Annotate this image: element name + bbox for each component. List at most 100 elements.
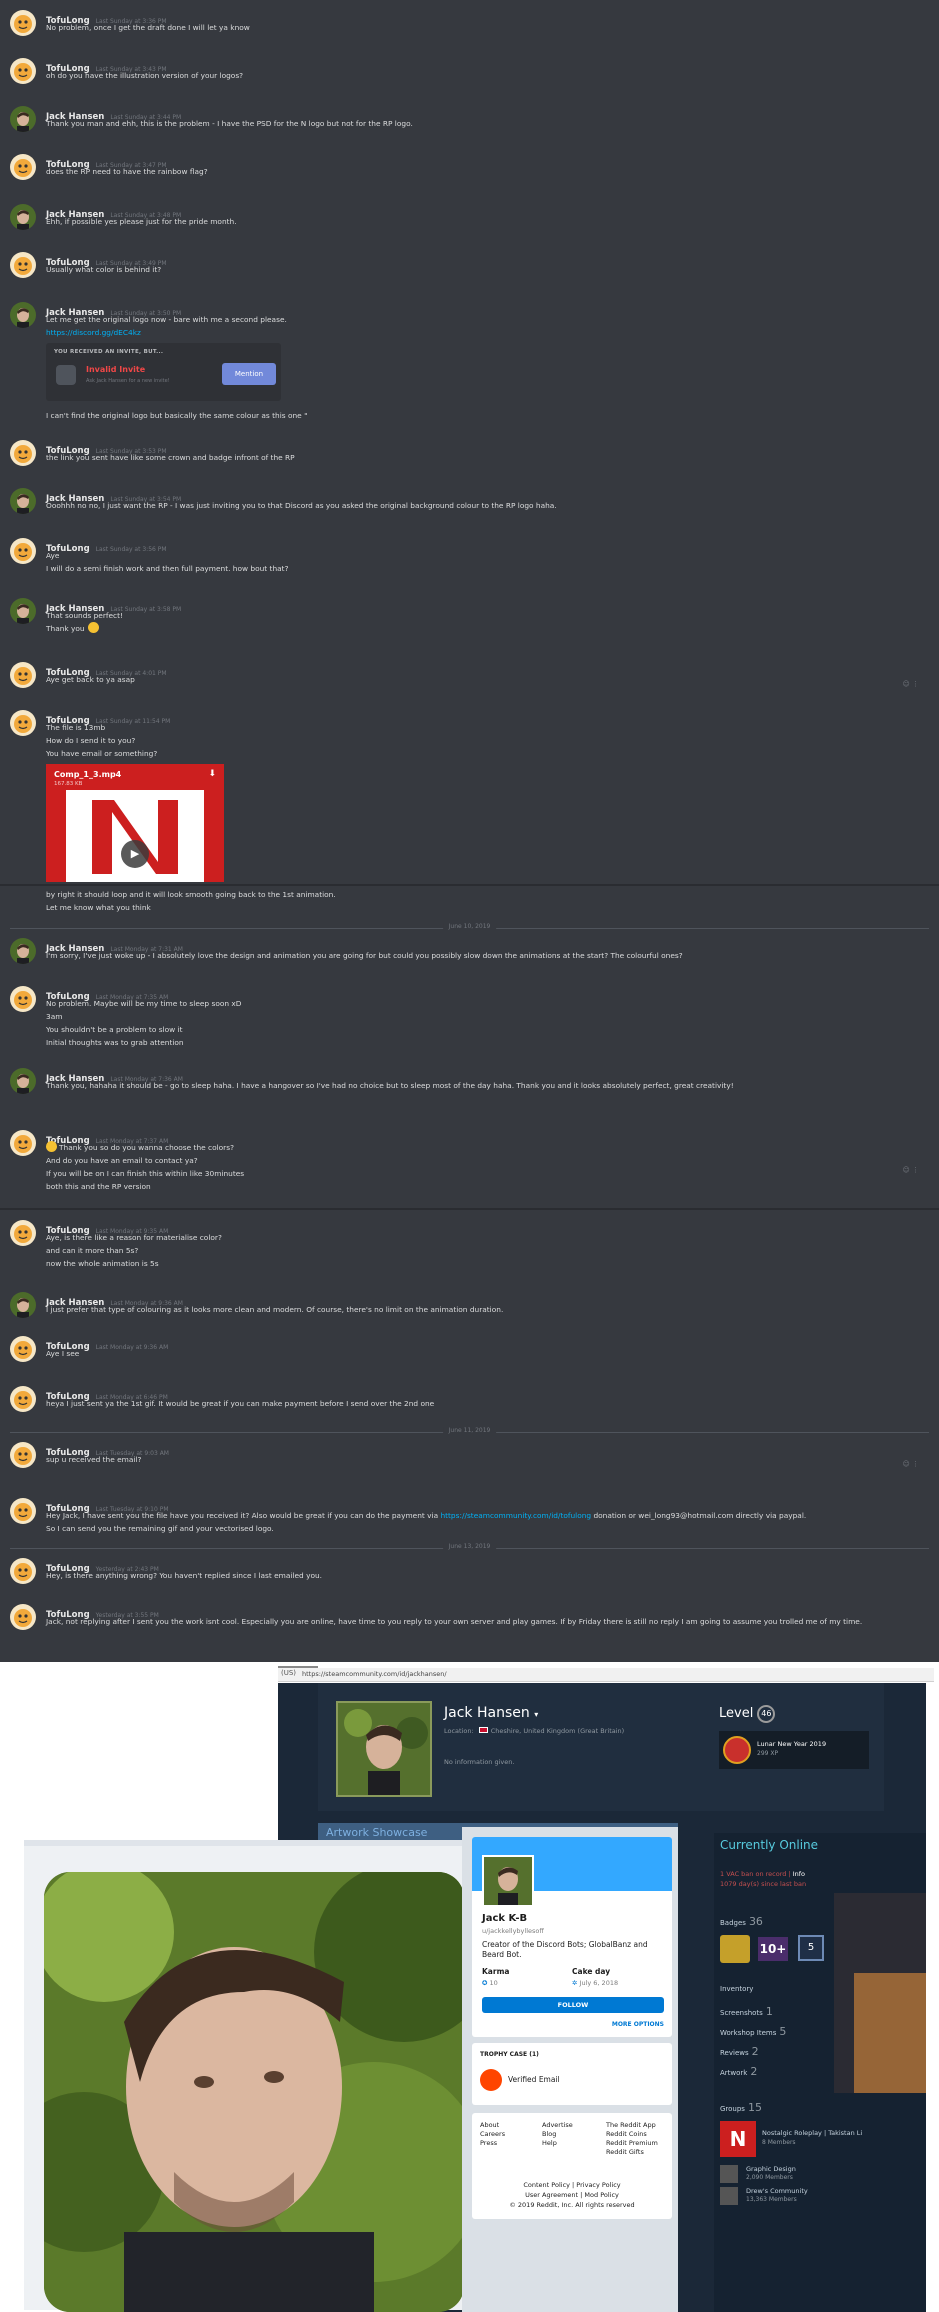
message-text: Hey, is there anything wrong? You haven'… bbox=[46, 1571, 323, 1580]
reddit-description: Creator of the Discord Bots; GlobalBanz … bbox=[482, 1940, 648, 1959]
tofulong-avatar[interactable] bbox=[10, 1558, 36, 1584]
video-thumbnail bbox=[66, 790, 204, 882]
policy-links[interactable]: Content Policy | Privacy Policy bbox=[472, 2181, 672, 2190]
reviews-link[interactable]: Reviews 2 bbox=[720, 2045, 759, 2058]
lock-icon: (US) bbox=[281, 1669, 297, 1677]
jack-hansen-avatar[interactable] bbox=[10, 204, 36, 230]
inventory-link[interactable]: Inventory bbox=[720, 1985, 753, 1993]
footer-link[interactable]: Press bbox=[480, 2139, 505, 2148]
message-text: now the whole animation is 5s bbox=[46, 1259, 159, 1268]
footer-link[interactable]: Help bbox=[542, 2139, 573, 2148]
message-text: oh do you have the illustration version … bbox=[46, 71, 244, 80]
message-text: Let me get the original logo now - bare … bbox=[46, 315, 287, 324]
timestamp: Last Monday at 9:36 AM bbox=[95, 1344, 169, 1351]
reddit-avatar[interactable] bbox=[482, 1855, 534, 1907]
mention-button[interactable]: Mention bbox=[222, 363, 276, 385]
group-logo bbox=[720, 2165, 738, 2183]
tofulong-avatar[interactable] bbox=[10, 58, 36, 84]
footer-link[interactable]: Reddit Coins bbox=[606, 2130, 658, 2139]
reaction-icon[interactable]: ☺ ⋮ bbox=[902, 680, 919, 688]
tofulong-avatar[interactable] bbox=[10, 10, 36, 36]
steam-donation-link[interactable]: https://steamcommunity.com/id/tofulong bbox=[440, 1511, 591, 1520]
video-size: 167.83 KB bbox=[54, 781, 83, 787]
badges-link[interactable]: Badges 36 bbox=[720, 1915, 763, 1928]
footer-link[interactable]: Reddit Premium bbox=[606, 2139, 658, 2148]
message-text: Aye, is there like a reason for material… bbox=[46, 1233, 222, 1242]
message-text: And do you have an email to contact ya? bbox=[46, 1156, 198, 1165]
agreement-links[interactable]: User Agreement | Mod Policy bbox=[472, 2191, 672, 2200]
steam-location: Location: Cheshire, United Kingdom (Great… bbox=[444, 1727, 625, 1735]
years-badge[interactable]: 10+ bbox=[758, 1937, 788, 1961]
jack-hansen-avatar[interactable] bbox=[10, 302, 36, 328]
message-text: and can it more than 5s? bbox=[46, 1246, 139, 1255]
date-divider-label: June 10, 2019 bbox=[442, 923, 497, 930]
message-text: No problem. Maybe will be my time to sle… bbox=[46, 999, 242, 1008]
tofulong-avatar[interactable] bbox=[10, 1130, 36, 1156]
tofulong-avatar[interactable] bbox=[10, 986, 36, 1012]
play-icon[interactable]: ▶ bbox=[121, 840, 149, 868]
download-icon[interactable]: ⬇ bbox=[208, 769, 216, 779]
reddit-username: u/jackkellybyllesoff bbox=[482, 1927, 544, 1935]
tofulong-avatar[interactable] bbox=[10, 440, 36, 466]
tofulong-avatar[interactable] bbox=[10, 538, 36, 564]
cake-day-label: Cake day bbox=[572, 1967, 611, 1976]
footer-link[interactable]: Advertise bbox=[542, 2121, 573, 2130]
groups-link[interactable]: Groups 15 bbox=[720, 2101, 762, 2114]
message-text: Jack, not replying after I sent you the … bbox=[46, 1617, 863, 1626]
reaction-icon[interactable]: ☺ ⋮ bbox=[902, 1166, 919, 1174]
jack-hansen-avatar[interactable] bbox=[10, 598, 36, 624]
workshop-link[interactable]: Workshop Items 5 bbox=[720, 2025, 786, 2038]
message-text: Thank you so do you wanna choose the col… bbox=[46, 1141, 244, 1154]
artwork-link[interactable]: Artwork 2 bbox=[720, 2065, 757, 2078]
tofulong-avatar[interactable] bbox=[10, 1442, 36, 1468]
footer-link[interactable]: Careers bbox=[480, 2130, 505, 2139]
tofulong-avatar[interactable] bbox=[10, 1604, 36, 1630]
tofulong-avatar[interactable] bbox=[10, 710, 36, 736]
footer-link[interactable]: Reddit Gifts bbox=[606, 2148, 658, 2157]
video-attachment[interactable]: Comp_1_3.mp4 167.83 KB ⬇ ▶ bbox=[46, 764, 224, 882]
steam-featured-badge[interactable]: Lunar New Year 2019 299 XP bbox=[719, 1731, 869, 1769]
message-text: Ooohhh no no, I just want the RP - I was… bbox=[46, 501, 557, 510]
message-text: Thank you, hahaha it should be - go to s… bbox=[46, 1081, 734, 1090]
tofulong-avatar[interactable] bbox=[10, 1386, 36, 1412]
group-item[interactable]: Drew's Community 13,363 Members bbox=[720, 2183, 910, 2221]
message-text: both this and the RP version bbox=[46, 1182, 151, 1191]
jack-hansen-avatar[interactable] bbox=[10, 1292, 36, 1318]
tofulong-avatar[interactable] bbox=[10, 154, 36, 180]
jack-hansen-avatar[interactable] bbox=[10, 488, 36, 514]
steam-summary: No information given. bbox=[444, 1758, 515, 1766]
message-text: Ehh, if possible yes please just for the… bbox=[46, 217, 237, 226]
tofulong-avatar[interactable] bbox=[10, 1336, 36, 1362]
badge-icon[interactable] bbox=[720, 1935, 750, 1963]
message-text: I will do a semi finish work and then fu… bbox=[46, 564, 289, 573]
message-text: You shouldn't be a problem to slow it bbox=[46, 1025, 183, 1034]
more-options-link[interactable]: MORE OPTIONS bbox=[612, 2021, 664, 2028]
reaction-icon[interactable]: ☺ ⋮ bbox=[902, 1460, 919, 1468]
video-filename: Comp_1_3.mp4 bbox=[54, 770, 122, 779]
tofulong-avatar[interactable] bbox=[10, 662, 36, 688]
footer-link[interactable]: About bbox=[480, 2121, 505, 2130]
badges-row: 10+ 5 bbox=[720, 1933, 840, 1963]
tofulong-avatar[interactable] bbox=[10, 1220, 36, 1246]
jack-hansen-avatar[interactable] bbox=[10, 106, 36, 132]
cake-day-value: ✲ July 6, 2018 bbox=[572, 1979, 619, 1987]
follow-button[interactable]: FOLLOW bbox=[482, 1997, 664, 2013]
tofulong-avatar[interactable] bbox=[10, 1498, 36, 1524]
message-text: Hey Jack, I have sent you the file have … bbox=[46, 1511, 807, 1520]
screenshots-link[interactable]: Screenshots 1 bbox=[720, 2005, 773, 2018]
karma-value: ✪ 10 bbox=[482, 1979, 498, 1987]
footer-link[interactable]: The Reddit App bbox=[606, 2121, 658, 2130]
message-text: 3am bbox=[46, 1012, 63, 1021]
message-link[interactable]: https://discord.gg/dEC4kz bbox=[46, 326, 287, 339]
group-item[interactable]: N Nostalgic Roleplay | Takistan Li 8 Mem… bbox=[720, 2121, 910, 2159]
tofulong-avatar[interactable] bbox=[10, 252, 36, 278]
jack-hansen-avatar[interactable] bbox=[10, 938, 36, 964]
footer-link[interactable]: Blog bbox=[542, 2130, 573, 2139]
level-badge[interactable]: 5 bbox=[798, 1935, 824, 1961]
url-text[interactable]: https://steamcommunity.com/id/jackhansen… bbox=[302, 1670, 447, 1678]
jack-hansen-avatar[interactable] bbox=[10, 1068, 36, 1094]
lunar-badge-icon bbox=[723, 1736, 751, 1764]
reddit-display-name: Jack K-B bbox=[482, 1913, 528, 1924]
browser-address-bar[interactable]: (US) https://steamcommunity.com/id/jackh… bbox=[278, 1668, 934, 1682]
steam-avatar[interactable] bbox=[336, 1701, 432, 1797]
